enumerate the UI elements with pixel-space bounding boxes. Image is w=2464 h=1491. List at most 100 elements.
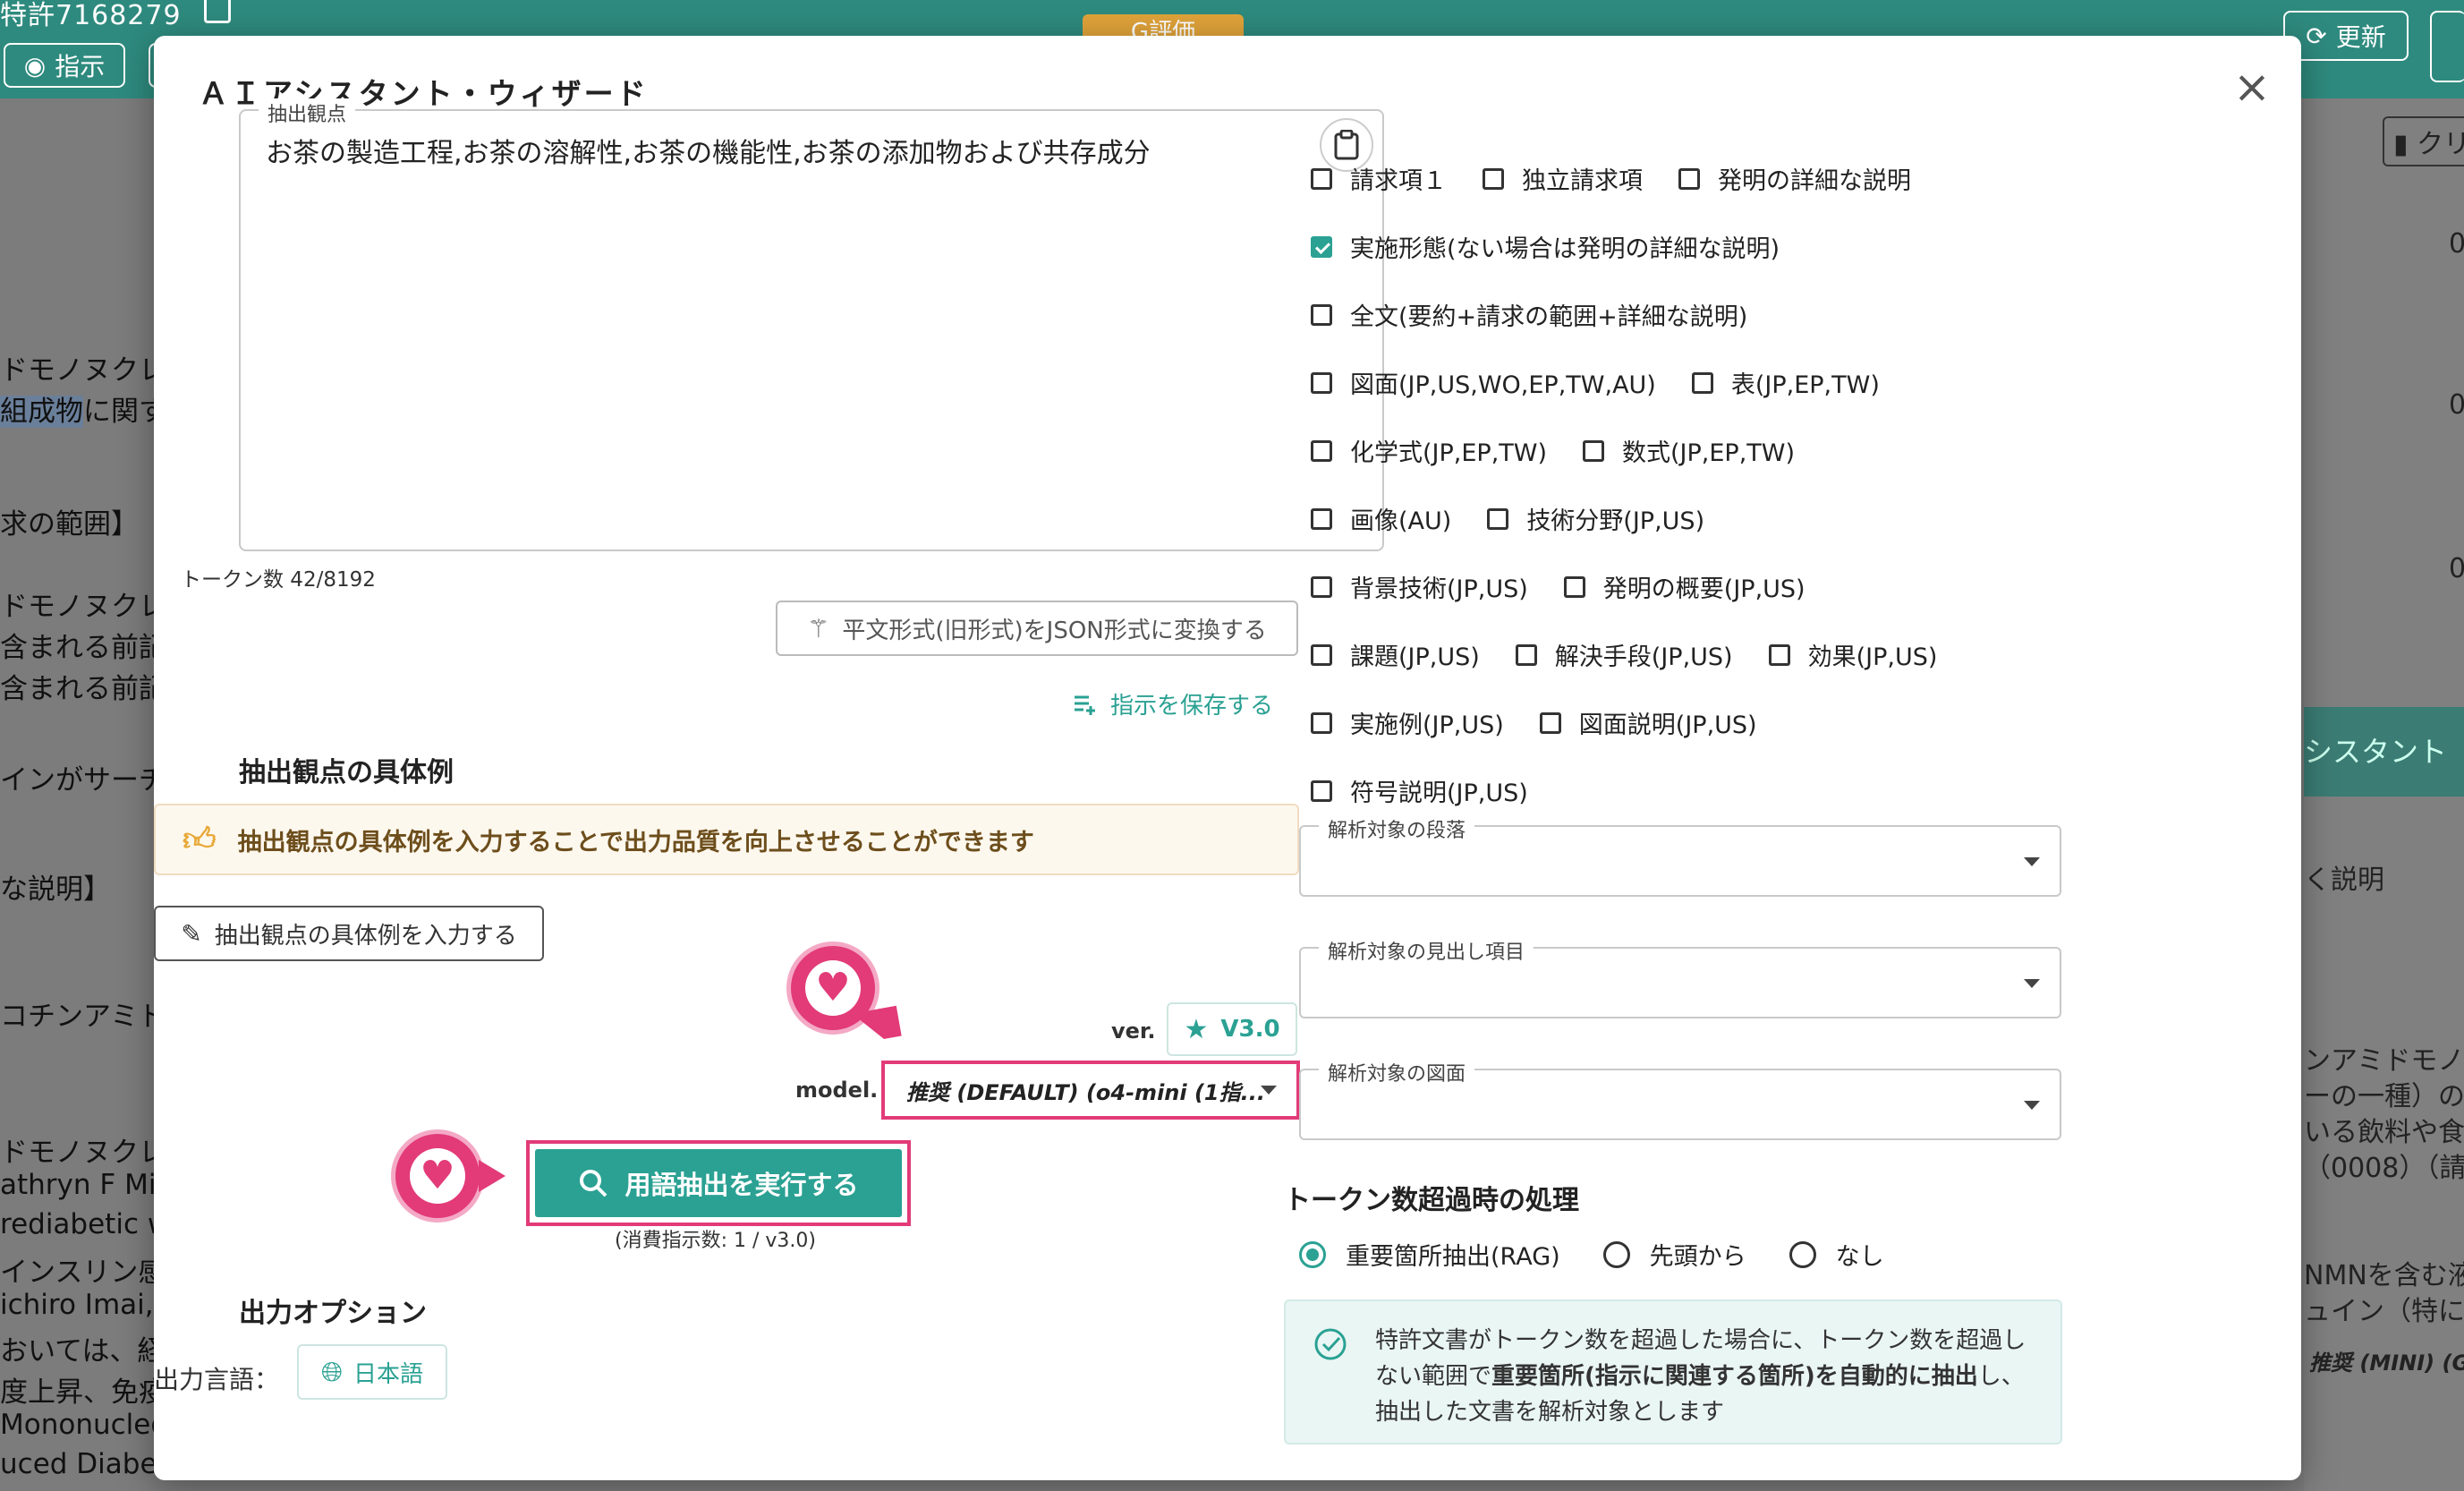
checkbox-icon bbox=[1539, 711, 1561, 734]
section-checkbox[interactable]: 化学式(JP,EP,TW) bbox=[1311, 433, 1547, 468]
right-assistant-button[interactable]: シスタント bbox=[2304, 707, 2464, 797]
viewpoint-textarea[interactable]: 抽出観点 お茶の製造工程,お茶の溶解性,お茶の機能性,お茶の添加物および共存成分 bbox=[239, 98, 1384, 551]
radio-icon bbox=[1299, 1240, 1326, 1268]
section-checkbox[interactable]: 独立請求項 bbox=[1483, 161, 1643, 196]
heading-dropdown[interactable]: 解析対象の見出し項目 bbox=[1299, 936, 2061, 1018]
checkbox-icon bbox=[1311, 643, 1332, 666]
viewpoint-value[interactable]: お茶の製造工程,お茶の溶解性,お茶の機能性,お茶の添加物および共存成分 bbox=[266, 131, 1151, 170]
right-zero: 0 bbox=[2449, 389, 2464, 421]
magic-wand-icon: ⚚ bbox=[807, 613, 830, 643]
checkbox-icon bbox=[1691, 371, 1713, 394]
right-line: ーの一種）の摂 bbox=[2304, 1081, 2464, 1112]
header-button-partial-right[interactable] bbox=[2430, 11, 2464, 82]
right-mini-model[interactable]: 推奨 (MINI) (GP bbox=[2309, 1345, 2464, 1376]
model-select[interactable]: 推奨 (DEFAULT) (o4-mini (1指... bbox=[881, 1061, 1300, 1120]
section-checkbox[interactable]: 実施形態(ない場合は発明の詳細な説明) bbox=[1311, 229, 1780, 264]
document-line: 求の範囲】 bbox=[0, 508, 139, 541]
star-icon: ★ bbox=[1184, 1013, 1209, 1045]
checkbox-icon bbox=[1311, 711, 1332, 734]
refresh-button[interactable]: ⟳ 更新 bbox=[2283, 11, 2409, 61]
checkbox-row: 請求項１ 独立請求項 発明の詳細な説明 bbox=[1311, 161, 1911, 196]
checkbox-icon bbox=[1311, 439, 1332, 462]
version-button[interactable]: ★ V3.0 bbox=[1167, 1002, 1297, 1056]
section-checkbox[interactable]: 画像(AU) bbox=[1311, 501, 1451, 536]
overflow-info-text: 特許文書がトークン数を超過した場合に、トークン数を超過しない範囲で重要箇所(指示… bbox=[1375, 1327, 2026, 1426]
document-line: ドモノヌクレ bbox=[0, 591, 154, 623]
right-line: （0008）（請求 bbox=[2304, 1153, 2464, 1184]
document-line: な説明】 bbox=[0, 873, 111, 906]
instruction-button[interactable]: ◉ 指示 bbox=[4, 43, 125, 88]
output-language-label: 出力言語： bbox=[154, 1365, 280, 1394]
checkbox-row: 実施形態(ない場合は発明の詳細な説明) bbox=[1311, 229, 1780, 264]
right-line: ュイン（特にS bbox=[2304, 1296, 2464, 1327]
radio-rag[interactable]: 重要箇所抽出(RAG) bbox=[1299, 1237, 1560, 1272]
checkbox-icon bbox=[1311, 575, 1332, 598]
heart-marker-tail bbox=[852, 1005, 902, 1044]
examples-tip: 👍︎ 抽出観点の具体例を入力することで出力品質を向上させることができます bbox=[154, 804, 1299, 875]
convert-json-button[interactable]: ⚚ 平文形式(旧形式)をJSON形式に変換する bbox=[776, 601, 1298, 656]
chevron-down-icon bbox=[2024, 1101, 2040, 1110]
radio-head[interactable]: 先頭から bbox=[1602, 1237, 1746, 1272]
checkbox-icon bbox=[1311, 167, 1332, 190]
document-line: ドモノヌクレ bbox=[0, 354, 154, 387]
chevron-down-icon bbox=[1261, 1086, 1277, 1095]
section-checkbox[interactable]: 課題(JP,US) bbox=[1311, 637, 1480, 672]
section-checkbox[interactable]: 表(JP,EP,TW) bbox=[1691, 365, 1880, 400]
pencil-icon: ✎ bbox=[181, 918, 202, 949]
document-line: Mononucleot bbox=[0, 1409, 154, 1441]
section-checkbox[interactable]: 効果(JP,US) bbox=[1768, 637, 1937, 672]
right-zero: 0 bbox=[2449, 553, 2464, 584]
refresh-icon: ⟳ bbox=[2306, 21, 2327, 51]
version-label: ver. bbox=[1111, 1018, 1156, 1044]
thumbs-up-icon: 👍︎ bbox=[183, 822, 217, 858]
ai-assistant-wizard-dialog: ＡＩアシスタント・ウィザード × 抽出観点 お茶の製造工程,お茶の溶解性,お茶の… bbox=[154, 36, 2301, 1480]
section-checkbox[interactable]: 発明の概要(JP,US) bbox=[1563, 569, 1806, 604]
document-line: ichiro Imai, L bbox=[0, 1289, 154, 1321]
save-instruction-link[interactable]: 指示を保存する bbox=[1073, 687, 1273, 720]
check-circle-icon bbox=[1314, 1328, 1347, 1360]
run-button-highlight: 用語抽出を実行する bbox=[526, 1140, 911, 1226]
section-checkbox[interactable]: 発明の詳細な説明 bbox=[1678, 161, 1911, 196]
dropdown-legend: 解析対象の図面 bbox=[1319, 1058, 1475, 1086]
checkbox-row: 課題(JP,US) 解決手段(JP,US) 効果(JP,US) bbox=[1311, 637, 1937, 672]
section-checkbox[interactable]: 請求項１ bbox=[1311, 161, 1447, 196]
playlist-add-icon bbox=[1075, 695, 1095, 715]
checkbox-icon bbox=[1515, 643, 1537, 666]
section-checkbox[interactable]: 数式(JP,EP,TW) bbox=[1583, 433, 1795, 468]
enter-examples-button[interactable]: ✎ 抽出観点の具体例を入力する bbox=[154, 906, 544, 961]
document-line: コチンアミド bbox=[0, 1001, 154, 1033]
section-checkbox[interactable]: 全文(要約+請求の範囲+詳細な説明) bbox=[1311, 297, 1747, 332]
radio-icon bbox=[1602, 1240, 1630, 1268]
checkbox-icon bbox=[1768, 643, 1790, 666]
checkbox-icon bbox=[1487, 507, 1509, 530]
section-checkbox[interactable]: 技術分野(JP,US) bbox=[1487, 501, 1704, 536]
checkbox-row: 化学式(JP,EP,TW) 数式(JP,EP,TW) bbox=[1311, 433, 1795, 468]
right-tab[interactable]: ▮ クリ bbox=[2383, 116, 2464, 166]
right-line: ンアミドモノヌ bbox=[2304, 1045, 2464, 1077]
paragraph-dropdown[interactable]: 解析対象の段落 bbox=[1299, 814, 2061, 897]
radio-none[interactable]: なし bbox=[1789, 1237, 1884, 1272]
model-label: model. bbox=[795, 1078, 879, 1103]
document-line: uced Diabete bbox=[0, 1448, 154, 1480]
section-checkbox[interactable]: 実施例(JP,US) bbox=[1311, 705, 1504, 740]
right-explain: く説明 bbox=[2304, 865, 2384, 896]
document-line: インがサーチ bbox=[0, 764, 154, 797]
section-checkbox[interactable]: 解決手段(JP,US) bbox=[1515, 637, 1733, 672]
run-extraction-button[interactable]: 用語抽出を実行する bbox=[535, 1149, 902, 1217]
close-icon[interactable]: × bbox=[2230, 64, 2274, 109]
checkbox-icon bbox=[1678, 167, 1700, 190]
document-line: 組成物に関す bbox=[0, 396, 154, 428]
output-language-button[interactable]: 🌐︎ 日本語 bbox=[297, 1344, 447, 1400]
section-checkbox[interactable]: 符号説明(JP,US) bbox=[1311, 773, 1528, 808]
radio-icon bbox=[1789, 1240, 1816, 1268]
search-icon bbox=[580, 1170, 608, 1197]
section-checkbox[interactable]: 図面(JP,US,WO,EP,TW,AU) bbox=[1311, 365, 1656, 400]
checkbox-icon bbox=[1311, 303, 1332, 326]
section-checkbox[interactable]: 図面説明(JP,US) bbox=[1539, 705, 1757, 740]
checkbox-row: 実施例(JP,US) 図面説明(JP,US) bbox=[1311, 705, 1757, 740]
section-checkbox[interactable]: 背景技術(JP,US) bbox=[1311, 569, 1528, 604]
document-line: インスリン感 bbox=[0, 1257, 154, 1289]
external-link-icon[interactable] bbox=[204, 0, 231, 23]
checkbox-icon bbox=[1583, 439, 1605, 462]
figure-dropdown[interactable]: 解析対象の図面 bbox=[1299, 1058, 2061, 1140]
